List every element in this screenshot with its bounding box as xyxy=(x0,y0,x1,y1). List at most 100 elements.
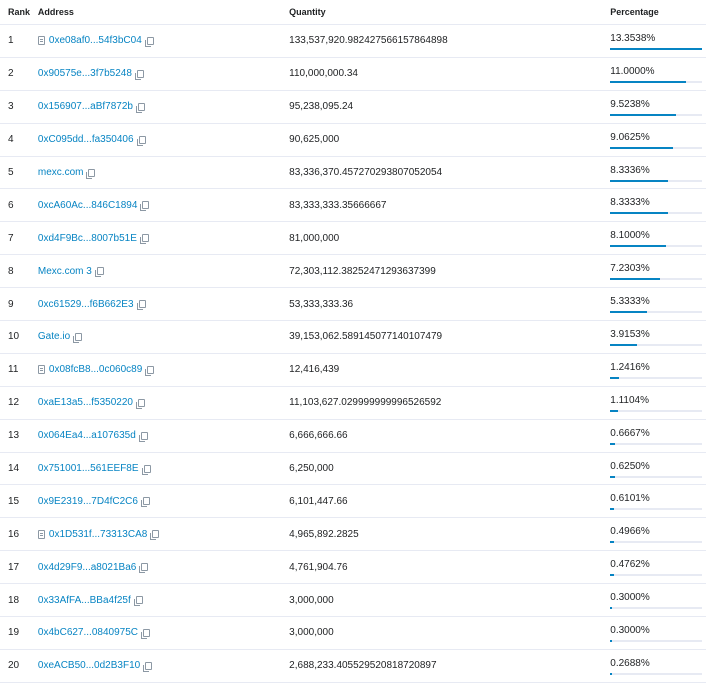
percentage-bar-fill xyxy=(610,146,673,149)
quantity-cell: 6,250,000 xyxy=(289,463,334,475)
table-row: 12 0xaE13a5...f5350220 11,103,627.02999999… xyxy=(0,387,706,420)
percentage-cell: 1.1104% xyxy=(602,387,706,419)
copy-icon[interactable] xyxy=(136,398,145,409)
address-link[interactable]: 0xC095dd...fa350406 xyxy=(38,134,134,145)
address-link[interactable]: 0x9E2319...7D4fC2C6 xyxy=(38,496,138,507)
percentage-cell: 0.6101% xyxy=(602,485,706,517)
address-cell: 0xaE13a5...f5350220 xyxy=(38,397,289,409)
percentage-cell: 0.4966% xyxy=(602,518,706,550)
percentage-value: 0.3000% xyxy=(610,592,650,604)
percentage-bar-fill xyxy=(610,541,614,544)
quantity-cell: 11,103,627.029999999996526592 xyxy=(289,397,442,409)
copy-icon[interactable] xyxy=(140,201,150,212)
copy-icon[interactable] xyxy=(143,661,153,672)
percentage-cell: 9.5238% xyxy=(602,91,706,123)
percentage-value: 7.2303% xyxy=(610,263,650,275)
copy-icon[interactable] xyxy=(139,234,149,245)
quantity-cell: 2,688,233.405529520818720897 xyxy=(289,660,437,672)
copy-icon[interactable] xyxy=(150,530,160,541)
table-row: 9 0xc61529...f6B662E3 53,333,333.36 5.3333% xyxy=(0,288,706,322)
copy-icon[interactable] xyxy=(134,69,144,80)
address-link[interactable]: 0x064Ea4...a107635d xyxy=(38,430,136,441)
address-cell: 0x1D531f...73313CA8 xyxy=(37,529,289,541)
address-link[interactable]: 0x33AfFA...BBa4f25f xyxy=(38,595,131,606)
percentage-value: 11.0000% xyxy=(610,65,655,77)
percentage-bar-track xyxy=(610,442,703,445)
percentage-bar-fill xyxy=(610,245,667,248)
percentage-bar-track xyxy=(610,278,703,281)
address-link[interactable]: 0xaE13a5...f5350220 xyxy=(38,397,133,408)
percentage-cell: 11.0000% xyxy=(602,58,706,90)
address-link[interactable]: 0xd4F9Bc...8007b51E xyxy=(38,233,137,244)
copy-icon[interactable] xyxy=(141,464,151,475)
percentage-bar-track xyxy=(610,409,703,412)
rank-cell: 12 xyxy=(8,397,20,409)
table-row: 16 0x1D531f...73313CA8 4,965,892.2825 0.496… xyxy=(0,518,706,552)
address-link[interactable]: 0x90575e...3f7b5248 xyxy=(38,68,132,79)
rank-cell: 7 xyxy=(8,232,14,244)
address-cell: 0xc61529...f6B662E3 xyxy=(38,299,289,311)
copy-icon[interactable] xyxy=(145,365,155,376)
quantity-cell: 83,336,370.457270293807052054 xyxy=(289,167,443,178)
address-cell: 0x9E2319...7D4fC2C6 xyxy=(38,496,289,508)
quantity-cell: 4,965,892.2825 xyxy=(289,528,359,540)
copy-icon[interactable] xyxy=(140,497,150,508)
percentage-bar-track xyxy=(610,343,703,346)
copy-icon[interactable] xyxy=(94,267,104,278)
address-link[interactable]: mexc.com xyxy=(38,167,84,178)
address-link[interactable]: 0x1D531f...73313CA8 xyxy=(49,529,147,540)
table-row: 14 0x751001...561EEF8E 6,250,000 0.6250% xyxy=(0,453,706,486)
address-cell: 0x08fcB8...0c060c89 xyxy=(37,364,289,376)
percentage-bar-track xyxy=(610,574,703,577)
copy-icon[interactable] xyxy=(136,135,146,146)
percentage-value: 0.6667% xyxy=(610,427,650,439)
address-link[interactable]: 0x4bC627...0840975C xyxy=(38,627,138,638)
copy-icon[interactable] xyxy=(140,628,150,639)
table-row: 5 mexc.com 83,336,370.457270293807052054 8.… xyxy=(0,157,706,190)
rank-cell: 14 xyxy=(8,463,20,475)
percentage-bar-fill xyxy=(610,80,687,83)
percentage-cell: 7.2303% xyxy=(602,255,706,287)
rank-cell: 4 xyxy=(8,134,14,146)
table-row: 2 0x90575e...3f7b5248 110,000,000.34 11.000… xyxy=(0,58,706,91)
address-link[interactable]: 0xe08af0...54f3bC04 xyxy=(49,35,142,46)
copy-icon[interactable] xyxy=(136,300,146,311)
copy-icon[interactable] xyxy=(133,596,143,607)
address-link[interactable]: 0x751001...561EEF8E xyxy=(38,463,139,474)
percentage-bar-track xyxy=(610,508,703,511)
address-link[interactable]: 0x4d29F9...a8021Ba6 xyxy=(38,562,136,573)
copy-icon[interactable] xyxy=(136,102,145,113)
address-cell: 0xd4F9Bc...8007b51E xyxy=(38,233,289,245)
percentage-bar-fill xyxy=(610,442,615,445)
percentage-bar-track xyxy=(610,113,703,116)
address-link[interactable]: Gate.io xyxy=(38,331,70,342)
percentage-value: 0.3000% xyxy=(610,624,650,636)
percentage-bar-fill xyxy=(610,212,668,215)
copy-icon[interactable] xyxy=(144,36,154,47)
address-link[interactable]: Mexc.com 3 xyxy=(38,266,92,277)
rank-cell: 1 xyxy=(8,35,14,47)
percentage-bar-track xyxy=(610,639,703,642)
address-link[interactable]: 0xc61529...f6B662E3 xyxy=(38,299,134,310)
percentage-cell: 3.9153% xyxy=(602,321,706,353)
contract-file-icon xyxy=(37,365,45,375)
percentage-cell: 0.3000% xyxy=(602,584,706,616)
percentage-bar-track xyxy=(610,607,703,610)
rank-cell: 13 xyxy=(8,430,20,442)
address-header: Address xyxy=(37,7,74,17)
percentage-value: 1.1104% xyxy=(610,394,650,406)
address-link[interactable]: 0x08fcB8...0c060c89 xyxy=(49,364,142,375)
quantity-header: Quantity xyxy=(289,7,326,17)
address-link[interactable]: 0x156907...aBf7872b xyxy=(38,101,133,112)
percentage-bar-track xyxy=(610,376,703,379)
copy-icon[interactable] xyxy=(73,332,83,343)
address-link[interactable]: 0xcA60Ac...846C1894 xyxy=(38,200,138,211)
address-link[interactable]: 0xeACB50...0d2B3F10 xyxy=(38,660,140,671)
address-cell: 0xe08af0...54f3bC04 xyxy=(37,35,289,47)
copy-icon[interactable] xyxy=(86,168,96,179)
copy-icon[interactable] xyxy=(138,431,148,442)
percentage-bar-fill xyxy=(610,113,676,116)
percentage-cell: 0.4762% xyxy=(602,551,706,583)
copy-icon[interactable] xyxy=(139,563,149,574)
percentage-cell: 0.6667% xyxy=(602,420,706,452)
